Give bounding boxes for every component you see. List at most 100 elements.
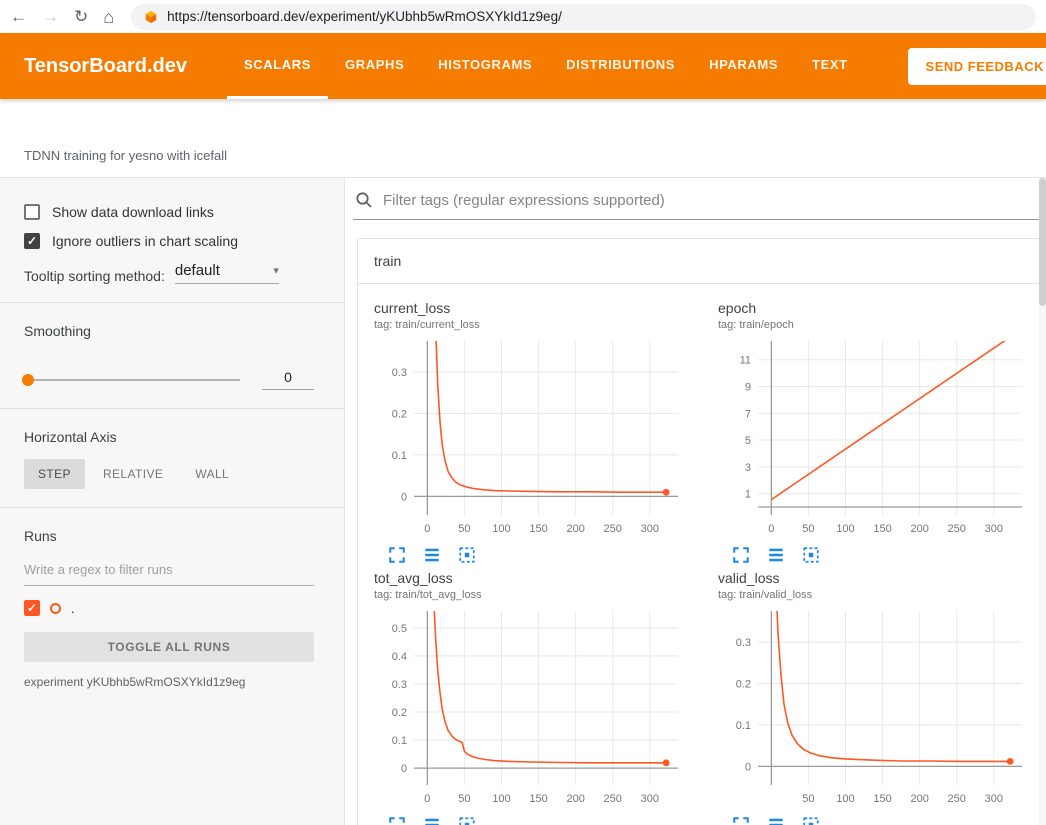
back-icon[interactable]: ← [10,8,27,25]
svg-text:250: 250 [604,793,622,805]
svg-text:0: 0 [424,523,430,535]
svg-text:200: 200 [910,793,928,805]
svg-text:100: 100 [492,793,510,805]
general-settings: Show data download links ✓ Ignore outliers… [24,204,314,249]
fit-lines-icon[interactable] [423,546,441,564]
chart-title: tot_avg_loss [374,570,706,586]
chart-plot[interactable]: 1357911050100150200250300 [718,335,1028,541]
fit-domain-icon[interactable] [458,546,476,564]
settings-sidebar: Show data download links ✓ Ignore outliers… [0,178,345,825]
chart-card-epoch: epochtag: train/epoch1357911050100150200… [718,300,1046,564]
svg-text:0.2: 0.2 [736,679,751,691]
url-text: https://tensorboard.dev/experiment/yKUbh… [167,9,562,24]
tooltip-sorting-label: Tooltip sorting method: [24,268,165,284]
group-title[interactable]: train [358,239,1046,284]
fit-lines-icon[interactable] [767,546,785,564]
fullscreen-icon[interactable] [388,546,406,564]
scrollbar[interactable] [1039,178,1046,825]
run-checkbox[interactable]: ✓ [24,600,40,616]
fit-domain-icon[interactable] [802,816,820,825]
svg-text:300: 300 [641,793,659,805]
chevron-down-icon: ▾ [273,264,279,277]
svg-text:3: 3 [745,462,751,474]
svg-text:0.2: 0.2 [392,409,407,421]
svg-text:0.5: 0.5 [392,623,407,635]
tab-graphs[interactable]: GRAPHS [328,33,421,99]
svg-text:0.3: 0.3 [392,367,407,379]
tooltip-sorting-select[interactable]: default ▾ [175,262,279,284]
fullscreen-icon[interactable] [732,816,750,825]
runs-filter-input[interactable] [24,556,314,586]
experiment-header: TDNN training for yesno with icefall [0,99,1046,178]
tab-hparams[interactable]: HPARAMS [692,33,795,99]
chart-tag: tag: train/tot_avg_loss [374,589,706,601]
forward-icon[interactable]: → [42,8,59,25]
chart-toolbar [718,811,1046,825]
svg-text:0.3: 0.3 [392,679,407,691]
tab-histograms[interactable]: HISTOGRAMS [421,33,549,99]
tag-filter-input[interactable] [383,192,1046,209]
home-icon[interactable]: ⌂ [103,8,114,26]
smoothing-slider[interactable] [24,379,240,381]
svg-text:300: 300 [985,523,1003,535]
chart-plot[interactable]: 00.10.20.30.40.5050100150200250300 [374,605,684,811]
slider-thumb-icon[interactable] [22,374,34,386]
chart-card-current_loss: current_losstag: train/current_loss00.10… [374,300,706,564]
fullscreen-icon[interactable] [388,816,406,825]
svg-text:150: 150 [529,793,547,805]
smoothing-value[interactable]: 0 [262,369,314,390]
tab-text[interactable]: TEXT [795,33,865,99]
send-feedback-button[interactable]: SEND FEEDBACK [908,48,1046,85]
tab-distributions[interactable]: DISTRIBUTIONS [549,33,692,99]
checkbox-checked-icon[interactable]: ✓ [24,233,40,249]
svg-text:0.1: 0.1 [392,450,407,462]
chart-title: valid_loss [718,570,1046,586]
svg-text:0.1: 0.1 [736,720,751,732]
svg-text:150: 150 [873,523,891,535]
chart-plot[interactable]: 00.10.20.3050100150200250300 [374,335,684,541]
settings-checkbox-row-0[interactable]: Show data download links [24,204,314,220]
svg-text:1: 1 [745,489,751,501]
experiment-caption: experiment yKUbhb5wRmOSXYkId1z9eg [24,675,314,689]
run-row[interactable]: ✓ . [24,600,314,616]
toggle-all-runs-button[interactable]: TOGGLE ALL RUNS [24,632,314,662]
tensorboard-logo[interactable]: TensorBoard.dev [24,55,187,78]
address-bar[interactable]: https://tensorboard.dev/experiment/yKUbh… [131,4,1036,30]
chart-toolbar [718,541,1046,564]
fit-lines-icon[interactable] [423,816,441,825]
browser-toolbar: ← → ↻ ⌂ https://tensorboard.dev/experime… [0,0,1046,33]
tab-scalars[interactable]: SCALARS [227,33,328,99]
svg-text:200: 200 [566,523,584,535]
fit-lines-icon[interactable] [767,816,785,825]
settings-checkbox-row-1[interactable]: ✓ Ignore outliers in chart scaling [24,233,314,249]
svg-text:9: 9 [745,382,751,394]
fit-domain-icon[interactable] [458,816,476,825]
svg-text:11: 11 [740,355,751,367]
svg-text:300: 300 [641,523,659,535]
scrollbar-thumb[interactable] [1039,178,1046,306]
svg-text:0: 0 [401,491,407,503]
svg-text:0.4: 0.4 [392,651,407,663]
svg-text:0.3: 0.3 [736,637,751,649]
svg-text:0.2: 0.2 [392,707,407,719]
svg-text:50: 50 [802,523,814,535]
horizontal-axis-options: STEPRELATIVEWALL [24,459,314,489]
content: Show data download links ✓ Ignore outliers… [0,178,1046,825]
svg-text:50: 50 [802,793,814,805]
svg-text:0: 0 [768,523,774,535]
fullscreen-icon[interactable] [732,546,750,564]
chart-toolbar [374,541,706,564]
runs-label: Runs [24,528,314,544]
checkbox-label: Ignore outliers in chart scaling [52,233,238,249]
fit-domain-icon[interactable] [802,546,820,564]
svg-text:100: 100 [836,793,854,805]
chart-card-valid_loss: valid_losstag: train/valid_loss00.10.20.… [718,570,1046,825]
axis-option-relative[interactable]: RELATIVE [89,459,177,489]
checkbox-unchecked-icon[interactable] [24,204,40,220]
tooltip-sorting-value: default [175,262,220,279]
axis-option-step[interactable]: STEP [24,459,85,489]
axis-option-wall[interactable]: WALL [181,459,243,489]
run-color-icon [50,603,61,614]
chart-plot[interactable]: 00.10.20.350100150200250300 [718,605,1028,811]
refresh-icon[interactable]: ↻ [74,8,88,25]
